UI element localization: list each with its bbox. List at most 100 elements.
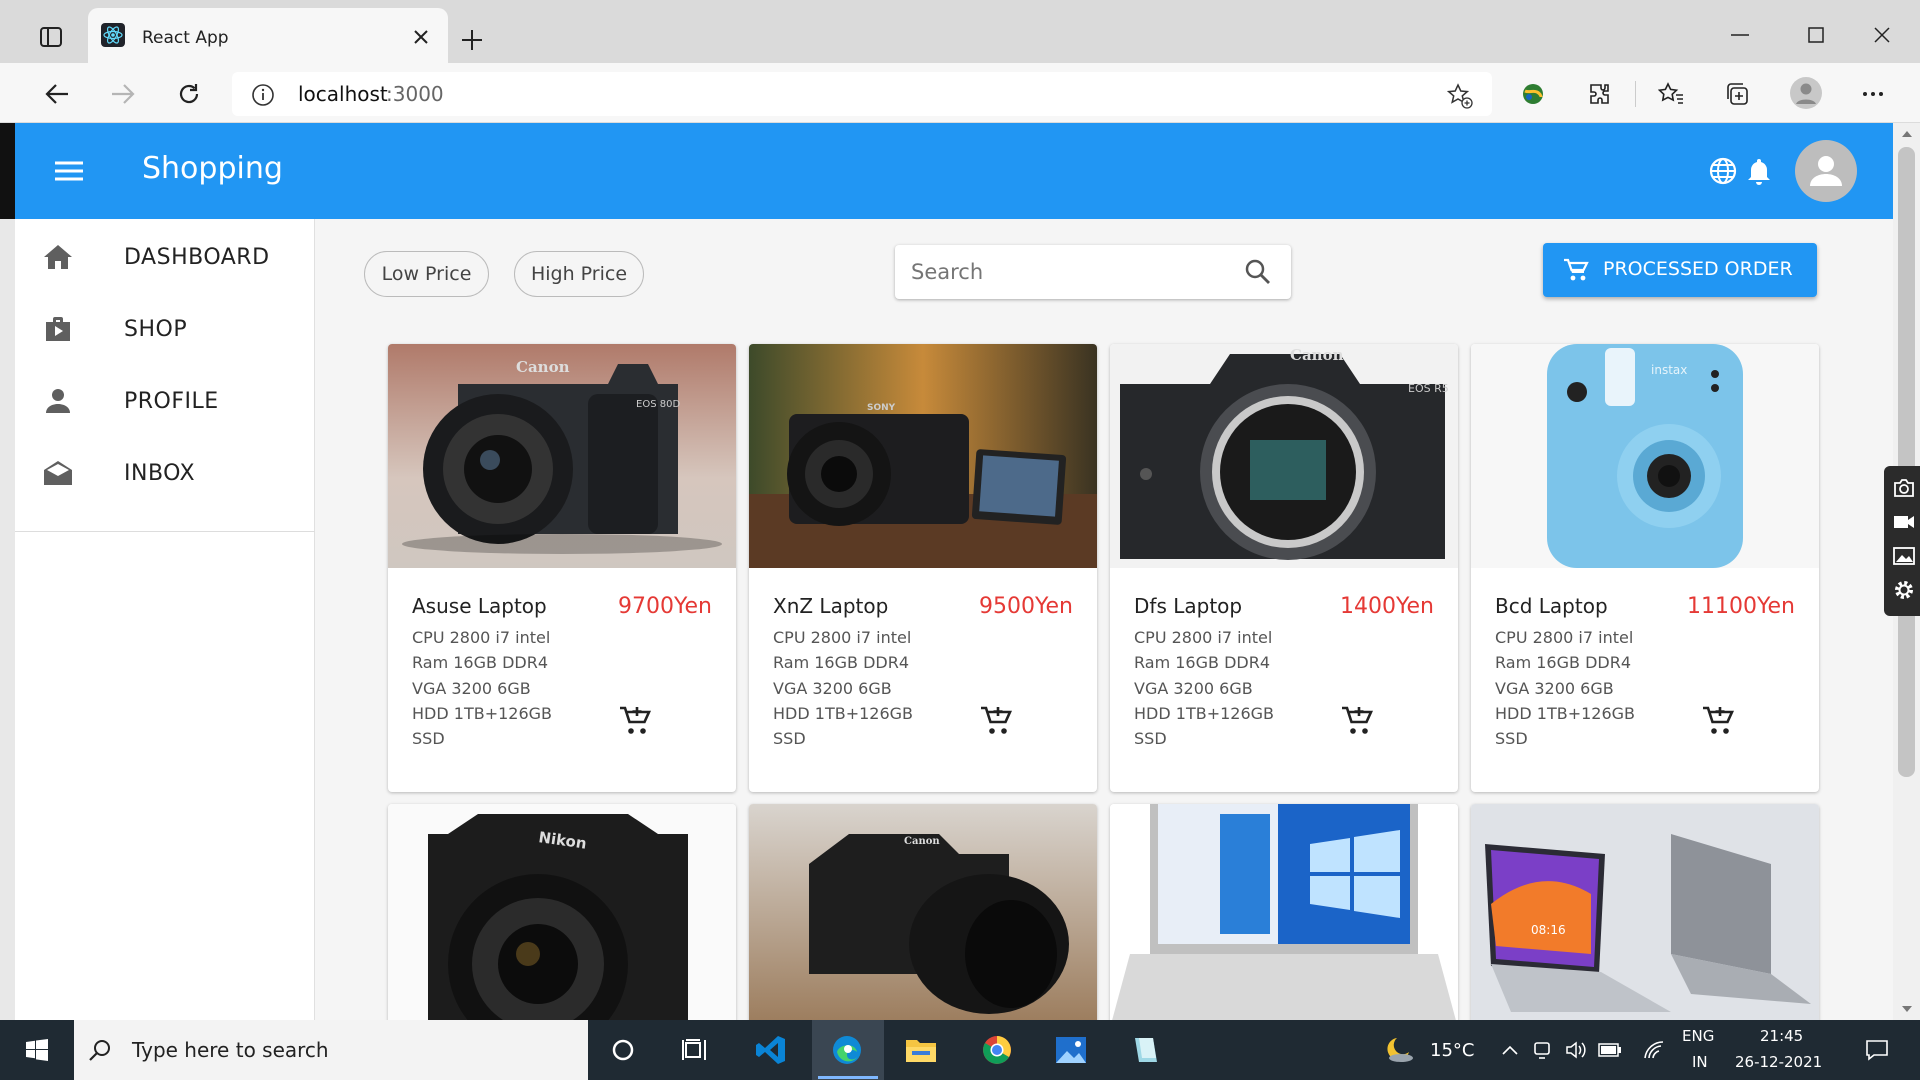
task-view-icon[interactable] [674,1030,716,1070]
spec-cpu: CPU 2800 i7 intel [412,628,551,647]
product-card[interactable] [1110,804,1458,1020]
language-globe-icon[interactable] [1707,155,1739,187]
sidebar-item-inbox[interactable]: INBOX [15,437,315,509]
canon-logo-text: Canon [516,358,570,376]
refresh-icon[interactable] [172,77,206,111]
search-icon[interactable] [1243,257,1273,287]
wifi-icon[interactable] [1640,1030,1668,1070]
address-bar-row: localhost :3000 [0,63,1920,123]
photos-icon[interactable] [1050,1030,1092,1070]
product-price: 9700Yen [618,594,712,619]
sidebar-item-label: SHOP [124,316,188,342]
high-price-filter-chip[interactable]: High Price [514,251,644,297]
product-image-nikon[interactable]: Nikon [388,804,736,1020]
scroll-up-arrow-icon[interactable] [1899,127,1915,141]
vscode-icon[interactable] [750,1030,792,1070]
product-card[interactable]: Canon [749,804,1097,1020]
forward-icon[interactable] [106,77,140,111]
new-tab-icon[interactable] [456,24,488,56]
sidebar: DASHBOARD SHOP PROFILE INBOX [15,219,315,1020]
scrollbar-thumb[interactable] [1898,147,1915,777]
product-card[interactable]: instax Bcd Laptop 11100Yen CPU 2800 i7 i… [1471,344,1819,792]
close-window-icon[interactable] [1862,20,1902,50]
video-camera-icon[interactable] [1892,510,1916,534]
weather-moon-icon [1378,1030,1420,1070]
toolbar-divider [1635,81,1636,107]
settings-gear-icon[interactable] [1892,578,1916,602]
chrome-icon[interactable] [976,1030,1018,1070]
product-card[interactable]: SONY XnZ Laptop 9500Yen CPU 2800 i7 inte… [749,344,1097,792]
product-image-windows-laptop[interactable] [1110,804,1458,1020]
cortana-icon[interactable] [602,1030,644,1070]
add-to-cart-icon[interactable] [979,704,1015,740]
sidebar-item-profile[interactable]: PROFILE [15,365,315,437]
favorites-icon[interactable] [1654,77,1688,111]
scroll-down-arrow-icon[interactable] [1899,1002,1915,1016]
processed-order-button[interactable]: PROCESSED ORDER [1543,243,1817,297]
add-to-cart-icon[interactable] [1340,704,1376,740]
product-image-canon-r5[interactable]: Canon EOS R5 [1110,344,1458,568]
product-image-instax[interactable]: instax [1471,344,1819,568]
menu-icon[interactable] [51,153,87,189]
person-icon [41,384,75,418]
notepad-app-icon[interactable] [1124,1030,1166,1070]
taskbar-search-box[interactable]: Type here to search [74,1020,588,1080]
product-image-silver-laptops[interactable]: 08:16 [1471,804,1819,1020]
product-card[interactable]: Nikon [388,804,736,1020]
product-card[interactable]: 08:16 [1471,804,1819,1020]
minimize-icon[interactable] [1720,20,1760,50]
more-menu-icon[interactable] [1856,77,1890,111]
edge-browser-icon[interactable] [826,1030,868,1070]
spec-ram: Ram 16GB DDR4 [773,653,909,672]
notifications-icon[interactable] [1743,155,1775,187]
search-input[interactable] [911,255,1231,289]
product-card[interactable]: Canon EOS R5 Dfs Laptop 1400Yen CPU 2800… [1110,344,1458,792]
info-icon[interactable] [250,82,276,108]
language-bottom[interactable]: IN [1692,1053,1708,1071]
meet-now-icon[interactable] [1528,1030,1556,1070]
clock-time[interactable]: 21:45 [1760,1027,1803,1045]
product-image-sony-alpha[interactable]: SONY [749,344,1097,568]
collections-icon[interactable] [1720,77,1754,111]
profile-avatar-icon[interactable] [1788,75,1824,111]
show-hidden-icons-chevron[interactable] [1496,1030,1524,1070]
spec-cpu: CPU 2800 i7 intel [1495,628,1634,647]
volume-icon[interactable] [1562,1030,1590,1070]
extension-globe-icon[interactable] [1516,77,1550,111]
gallery-icon[interactable] [1892,544,1916,568]
spec-hdd: HDD 1TB+126GB [1495,704,1636,723]
add-favorite-icon[interactable] [1446,82,1474,110]
weather-temp: 15°C [1430,1040,1475,1061]
extensions-icon[interactable] [1582,77,1616,111]
product-image-canon-80d[interactable]: Canon EOS 80D [388,344,736,568]
back-icon[interactable] [40,77,74,111]
camera-icon[interactable] [1892,476,1916,500]
product-price: 11100Yen [1687,594,1795,619]
windows-start-icon[interactable] [16,1030,58,1070]
url-bar[interactable]: localhost :3000 [232,72,1492,116]
product-card[interactable]: Canon EOS 80D Asuse Laptop 9700Yen CPU 2… [388,344,736,792]
user-avatar[interactable] [1795,140,1857,202]
edge-active-indicator [818,1076,878,1079]
tab-actions-icon[interactable] [36,22,66,52]
browser-tab[interactable]: React App [88,8,448,64]
product-name: Asuse Laptop [412,594,547,618]
clock-date[interactable]: 26-12-2021 [1735,1053,1822,1071]
spec-vga: VGA 3200 6GB [412,679,531,698]
file-explorer-icon[interactable] [900,1030,942,1070]
language-top[interactable]: ENG [1682,1027,1714,1045]
low-price-filter-chip[interactable]: Low Price [364,251,489,297]
product-price: 9500Yen [979,594,1073,619]
sidebar-item-shop[interactable]: SHOP [15,293,315,365]
battery-icon[interactable] [1596,1030,1624,1070]
add-to-cart-icon[interactable] [1701,704,1737,740]
spec-hdd: HDD 1TB+126GB [773,704,914,723]
product-image-canon-dslr[interactable]: Canon [749,804,1097,1020]
sidebar-item-dashboard[interactable]: DASHBOARD [15,221,315,293]
product-name: XnZ Laptop [773,594,889,618]
close-tab-icon[interactable] [408,24,434,50]
add-to-cart-icon[interactable] [618,704,654,740]
maximize-icon[interactable] [1796,20,1836,50]
notification-center-icon[interactable] [1856,1030,1898,1070]
spec-ram: Ram 16GB DDR4 [1134,653,1270,672]
